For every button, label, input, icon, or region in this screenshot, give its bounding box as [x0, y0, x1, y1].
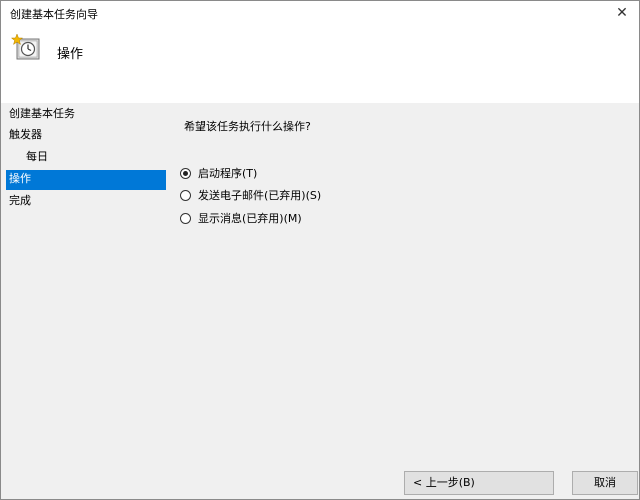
cancel-button[interactable]: 取消: [572, 471, 638, 495]
nav-item-action[interactable]: 操作: [6, 170, 166, 190]
title-bar: 创建基本任务向导 ✕: [1, 1, 639, 25]
radio-button[interactable]: [180, 212, 191, 224]
option-label[interactable]: 发送电子邮件(已弃用)(S): [198, 187, 321, 203]
nav-item-finish[interactable]: 完成: [6, 192, 166, 212]
wizard-steps-nav: 创建基本任务 触发器 每日 操作 完成: [1, 103, 169, 499]
radio-button[interactable]: [180, 189, 191, 201]
window-title: 创建基本任务向导: [10, 8, 98, 21]
action-content: 希望该任务执行什么操作? 启动程序(T) 发送电子邮件(已弃用)(S) 显示消息…: [169, 103, 639, 499]
scheduled-task-clock-icon: [11, 33, 40, 60]
nav-item-trigger[interactable]: 触发器: [6, 126, 166, 146]
option-start-program[interactable]: 启动程序(T): [180, 164, 257, 182]
wizard-header: 操作: [1, 25, 639, 103]
page-title: 操作: [57, 47, 84, 62]
option-label[interactable]: 启动程序(T): [198, 165, 257, 181]
nav-item-daily[interactable]: 每日: [6, 148, 166, 168]
option-display-message[interactable]: 显示消息(已弃用)(M): [180, 209, 302, 227]
close-button[interactable]: ✕: [607, 1, 637, 25]
radio-button[interactable]: [180, 167, 191, 179]
wizard-window: 创建基本任务向导 ✕ 操作 创建基本任务 触发器 每日 操作 完成 希望该任务执…: [0, 0, 640, 500]
option-label[interactable]: 显示消息(已弃用)(M): [198, 210, 302, 226]
nav-item-create-basic-task[interactable]: 创建基本任务: [6, 105, 166, 125]
action-question: 希望该任务执行什么操作?: [184, 120, 311, 133]
option-send-email[interactable]: 发送电子邮件(已弃用)(S): [180, 186, 321, 204]
back-button[interactable]: < 上一步(B): [404, 471, 554, 495]
